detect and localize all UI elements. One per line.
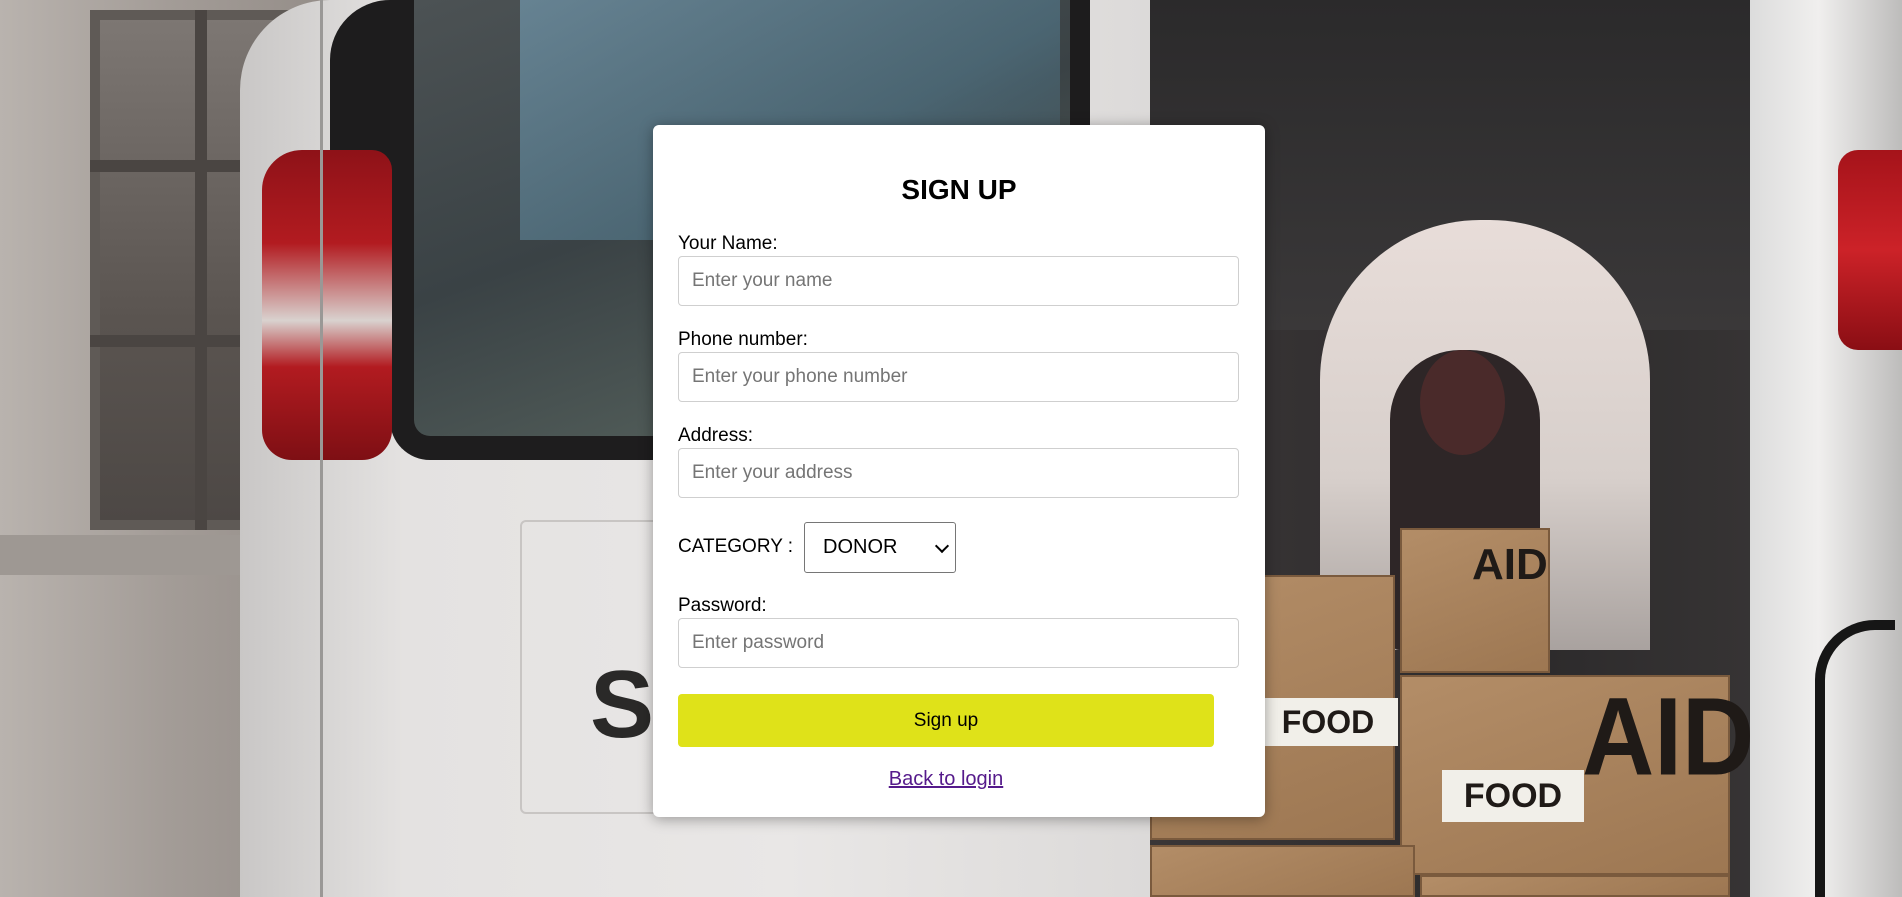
background-box <box>1150 845 1415 897</box>
background-box-label: FOOD <box>1442 770 1584 822</box>
background-cable <box>1815 620 1895 897</box>
form-title: SIGN UP <box>901 174 1017 205</box>
background-van-taillight-right <box>1838 150 1902 350</box>
signup-form: SIGN UP Your Name: Phone number: Address… <box>653 125 1265 817</box>
name-label: Your Name: <box>678 233 778 254</box>
background-box-label: AID <box>1582 675 1755 799</box>
background-person-head <box>1420 350 1505 455</box>
category-selected-value: DONOR <box>823 536 898 558</box>
signup-button[interactable]: Sign up <box>678 694 1214 747</box>
background-van-taillight <box>262 150 392 460</box>
background-box-label: AID <box>1472 540 1548 589</box>
page-background: SU AID AID FOOD FOOD SIGN UP Your Name: … <box>0 0 1902 897</box>
phone-label: Phone number: <box>678 329 808 350</box>
background-van-door-seam <box>320 0 323 897</box>
chevron-down-icon <box>934 538 950 553</box>
name-input[interactable] <box>678 256 1239 306</box>
background-box <box>1420 875 1730 897</box>
category-select[interactable]: DONOR <box>804 522 956 573</box>
category-label: CATEGORY : <box>678 536 794 557</box>
address-label: Address: <box>678 425 753 446</box>
background-window-frame <box>195 10 207 530</box>
phone-input[interactable] <box>678 352 1239 402</box>
password-label: Password: <box>678 595 767 616</box>
background-box-label: FOOD <box>1258 698 1398 746</box>
back-to-login-link[interactable]: Back to login <box>653 768 1239 791</box>
address-input[interactable] <box>678 448 1239 498</box>
password-input[interactable] <box>678 618 1239 668</box>
